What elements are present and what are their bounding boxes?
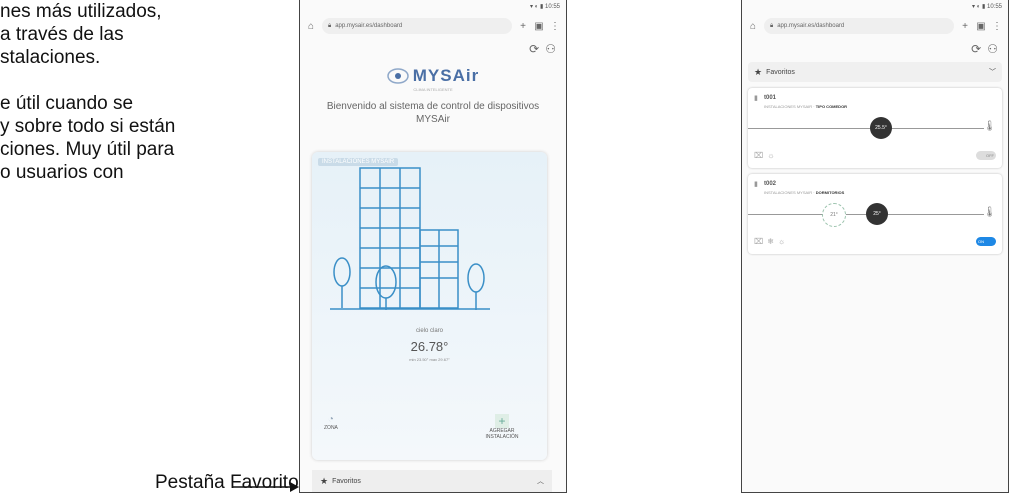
device-install: INSTALACIONES MYSAIR: [764, 190, 813, 195]
tabs-icon[interactable]: ▣: [534, 21, 544, 32]
zona-button[interactable]: ◔ ZONA: [324, 414, 338, 431]
tabs-icon[interactable]: ▣: [976, 21, 986, 32]
sun-mode-icon[interactable]: ☼: [778, 237, 785, 246]
menu-icon[interactable]: ⋮: [992, 21, 1002, 32]
favorites-header[interactable]: ★ Favoritos ﹀: [748, 62, 1002, 82]
setpoint-knob-low[interactable]: 21°: [822, 203, 846, 227]
url-text: app.mysair.es/dashboard: [777, 23, 845, 29]
device-zone: TIPO COMEDOR: [815, 104, 848, 109]
brand-tagline: CLIMA INTELIGENTE: [413, 87, 453, 92]
browser-toolbar: ⌂ 🔒︎ app.mysair.es/dashboard + ▣ ⋮: [300, 14, 566, 38]
setpoint-knob-high[interactable]: 25°: [866, 203, 888, 225]
fan-mode-icon[interactable]: ⌧: [754, 151, 763, 160]
url-bar[interactable]: 🔒︎ app.mysair.es/dashboard: [764, 18, 954, 34]
chevron-up-icon: ︿: [537, 478, 544, 485]
weather-temperature: 26.78°: [410, 339, 449, 354]
document-text: nes más utilizados, a través de las stal…: [0, 0, 275, 184]
add-installation-button[interactable]: + AGREGAR INSTALACIÓN: [482, 414, 522, 440]
home-icon[interactable]: ⌂: [748, 21, 758, 32]
add-installation-label: AGREGAR INSTALACIÓN: [485, 428, 519, 440]
installation-card[interactable]: INSTALACIONES MYSAIR cielo claro 26.78° …: [312, 152, 547, 460]
device-icon: ▮: [754, 181, 758, 188]
device-card[interactable]: ▮ t002 INSTALACIONES MYSAIR · DORMITORIO…: [748, 174, 1002, 254]
star-icon: ★: [754, 66, 763, 77]
thermometer-icon: 🌡︎: [983, 207, 996, 218]
plus-icon[interactable]: +: [960, 21, 970, 32]
device-install: INSTALACIONES MYSAIR: [764, 104, 813, 109]
menu-icon[interactable]: ⋮: [550, 21, 560, 32]
refresh-icon[interactable]: ⟳: [971, 42, 981, 56]
weather-condition: cielo claro: [415, 328, 443, 334]
url-bar[interactable]: 🔒︎ app.mysair.es/dashboard: [322, 18, 512, 34]
power-toggle[interactable]: ON: [976, 237, 996, 246]
favorites-tab[interactable]: ★ Favoritos ︿: [312, 470, 552, 492]
phone-dashboard: ▾ ◐ ▮ 10:55 ⌂ 🔒︎ app.mysair.es/dashboard…: [299, 0, 567, 493]
logo: MYSAir: [300, 66, 566, 86]
doc-line: ciones. Muy útil para: [0, 139, 175, 160]
favorites-label: Favoritos: [332, 477, 361, 485]
device-zone: DORMITORIOS: [815, 190, 845, 195]
sun-mode-icon[interactable]: ☼: [767, 151, 774, 160]
setpoint-track: [748, 128, 984, 129]
device-name: t002: [764, 181, 777, 187]
logo-icon: [387, 68, 409, 84]
fan-mode-icon[interactable]: ⌧: [754, 237, 763, 246]
building-icon: [330, 167, 490, 310]
annotation-arrow-icon: [232, 482, 299, 492]
doc-line: e útil cuando se: [0, 93, 134, 114]
refresh-icon[interactable]: ⟳: [529, 42, 539, 56]
brand-name: MYSAir: [412, 66, 480, 85]
mode-icons: ⌧ ❄ ☼: [754, 237, 785, 246]
app-toolbar: ⟳ ⚇: [742, 38, 1008, 60]
device-location: INSTALACIONES MYSAIR · TIPO COMEDOR: [764, 104, 848, 109]
setpoint-knob[interactable]: 25.5°: [870, 117, 892, 139]
device-icon: ▮: [754, 95, 758, 102]
thermometer-icon: 🌡︎: [983, 121, 996, 132]
doc-line: stalaciones.: [0, 47, 101, 68]
power-toggle[interactable]: OFF: [976, 151, 996, 160]
plus-icon[interactable]: +: [518, 21, 528, 32]
user-icon[interactable]: ⚇: [545, 42, 556, 56]
device-card[interactable]: ▮ t001 INSTALACIONES MYSAIR · TIPO COMED…: [748, 88, 1002, 168]
phone-favorites: ▾ ◐ ▮ 10:55 ⌂ 🔒︎ app.mysair.es/dashboard…: [741, 0, 1009, 493]
doc-line: y sobre todo si están: [0, 116, 176, 137]
status-bar: ▾ ◐ ▮ 10:55: [530, 4, 560, 10]
app-toolbar: ⟳ ⚇: [300, 38, 566, 60]
device-name: t001: [764, 95, 777, 101]
plus-icon: +: [495, 414, 509, 428]
lock-icon: 🔒︎: [770, 22, 774, 29]
star-icon: ★: [320, 475, 329, 486]
user-icon[interactable]: ⚇: [987, 42, 998, 56]
weather-minmax: min 23.50° max 29.67°: [409, 357, 450, 362]
status-bar: ▾ ◐ ▮ 10:55: [972, 4, 1002, 10]
zona-label: ZONA: [324, 425, 338, 431]
device-location: INSTALACIONES MYSAIR · DORMITORIOS: [764, 190, 845, 195]
snow-mode-icon[interactable]: ❄: [767, 237, 774, 246]
doc-line: a través de las: [0, 24, 124, 45]
welcome-text: Bienvenido al sistema de control de disp…: [326, 101, 540, 125]
zone-icon: ◔: [327, 414, 334, 425]
home-icon[interactable]: ⌂: [306, 21, 316, 32]
url-text: app.mysair.es/dashboard: [335, 23, 403, 29]
doc-line: o usuarios con: [0, 162, 124, 183]
chevron-down-icon: ﹀: [989, 69, 996, 76]
lock-icon: 🔒︎: [328, 22, 332, 29]
doc-line: nes más utilizados,: [0, 1, 162, 22]
favorites-label: Favoritos: [766, 68, 795, 76]
mode-icons: ⌧ ☼: [754, 151, 775, 160]
browser-toolbar: ⌂ 🔒︎ app.mysair.es/dashboard + ▣ ⋮: [742, 14, 1008, 38]
